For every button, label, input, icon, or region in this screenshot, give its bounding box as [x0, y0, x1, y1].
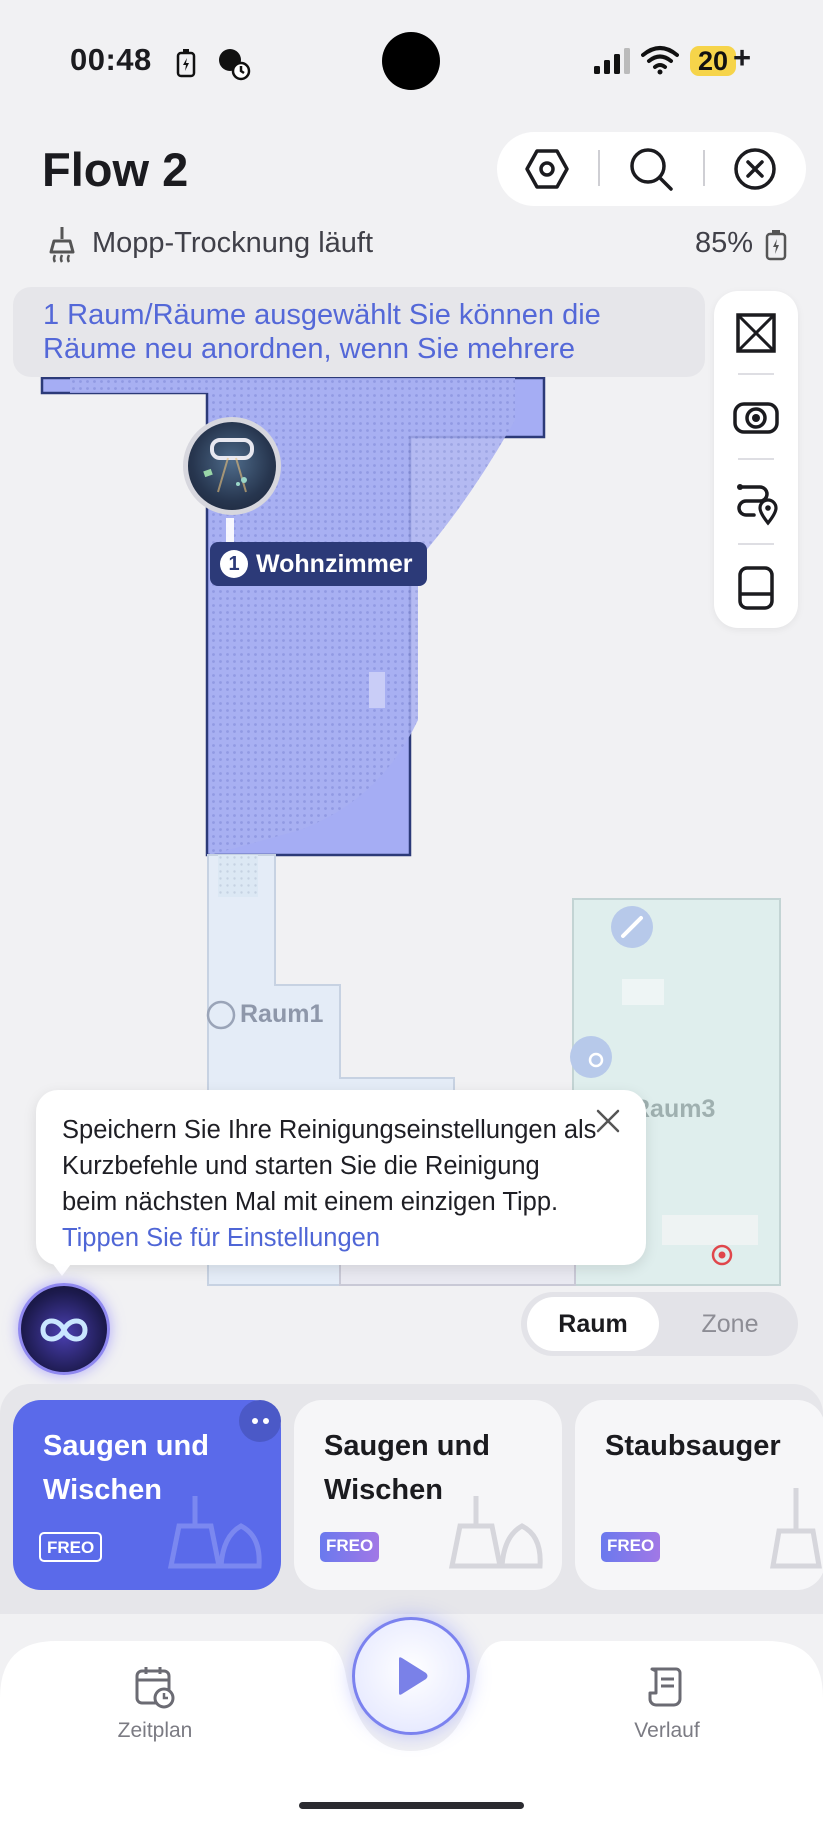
camera-view-icon[interactable] — [726, 388, 786, 448]
home-indicator[interactable] — [299, 1802, 524, 1809]
freo-badge: FREO — [320, 1532, 380, 1562]
tip-text: Speichern Sie Ihre Reinigungseinstellung… — [62, 1116, 597, 1216]
freo-badge: FREO — [601, 1532, 661, 1562]
freo-badge: FREO — [39, 1532, 103, 1562]
start-cleaning-button[interactable] — [352, 1617, 470, 1735]
room-label-raum1[interactable]: Raum1 — [240, 1000, 323, 1029]
room-edit-icon[interactable] — [726, 303, 786, 363]
map-object — [622, 979, 664, 1005]
route-pin-icon[interactable] — [726, 473, 786, 533]
room-label-wohnzimmer[interactable]: 1 Wohnzimmer — [210, 542, 427, 586]
tool-divider — [738, 458, 774, 460]
tool-divider — [738, 373, 774, 375]
tip-tail — [50, 1260, 74, 1276]
robot-trail — [226, 518, 234, 542]
mode-card-vacuum[interactable]: Staubsauger FREO — [575, 1400, 823, 1590]
close-icon[interactable] — [590, 1103, 626, 1139]
mode-card-vac-mop-selected[interactable]: Saugen und Wischen FREO — [13, 1400, 281, 1590]
room-wohnzimmer-cleaned — [70, 378, 515, 855]
robot-avatar[interactable] — [183, 417, 281, 515]
nav-schedule[interactable]: Zeitplan — [95, 1665, 215, 1743]
segment-room[interactable]: Raum — [527, 1297, 659, 1351]
mode-card-vac-mop[interactable]: Saugen und Wischen FREO — [294, 1400, 562, 1590]
tool-divider — [738, 543, 774, 545]
info-banner: 1 Raum/Räume ausgewählt Sie können die R… — [13, 287, 705, 377]
room-name: Wohnzimmer — [256, 549, 413, 578]
tip-settings-link[interactable]: Tippen Sie für Einstellungen — [62, 1224, 620, 1253]
nav-history-label: Verlauf — [634, 1719, 700, 1742]
map-object — [218, 855, 258, 897]
ai-assistant-button[interactable] — [18, 1283, 110, 1375]
broom-icon — [770, 1488, 822, 1569]
play-icon — [399, 1657, 428, 1695]
room-order-number: 1 — [220, 550, 248, 578]
tip-popup: Speichern Sie Ihre Reinigungseinstellung… — [36, 1090, 646, 1265]
nav-schedule-label: Zeitplan — [117, 1719, 193, 1742]
nav-history[interactable]: Verlauf — [607, 1665, 727, 1743]
calendar-clock-icon — [135, 1667, 175, 1709]
segment-zone[interactable]: Zone — [665, 1297, 795, 1351]
mode-card-title: Staubsauger — [605, 1430, 781, 1462]
map-object — [369, 672, 385, 708]
infinity-icon — [40, 1318, 88, 1342]
dock-station-icon[interactable] — [726, 558, 786, 618]
history-document-icon — [648, 1667, 682, 1707]
mode-card-title: Saugen und Wischen — [324, 1430, 490, 1506]
map-object — [662, 1215, 758, 1245]
mode-card-title: Saugen und Wischen — [43, 1430, 209, 1506]
